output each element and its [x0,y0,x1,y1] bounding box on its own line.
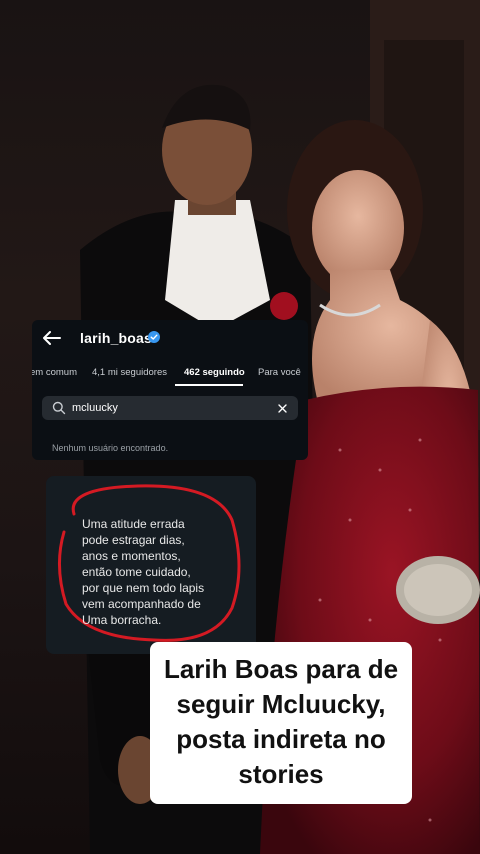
story-line: Uma borracha. [82,613,162,627]
profile-username: larih_boas [80,330,153,346]
close-icon [277,403,287,413]
back-button[interactable] [40,326,64,350]
headline-line: seguir Mcluucky, [176,689,386,719]
headline-text: Larih Boas para de seguir Mcluucky, post… [150,652,412,792]
instagram-following-screen: larih_boas em comum 4,1 mi seguidores 46… [32,320,308,460]
back-arrow-icon [43,331,61,345]
headline-line: stories [238,759,324,789]
profile-header: larih_boas [32,320,308,354]
active-tab-indicator [175,384,243,386]
story-line: por que nem todo lapis [82,581,205,595]
headline-line: Larih Boas para de [163,654,399,684]
tab-seguidores[interactable]: 4,1 mi seguidores [92,367,167,378]
no-results-message: Nenhum usuário encontrado. [52,443,169,453]
story-line: pode estragar dias, [82,533,185,547]
video-frame: larih_boas em comum 4,1 mi seguidores 46… [0,0,480,854]
story-line: Uma atitude errada [82,517,185,531]
story-line: anos e momentos, [82,549,181,563]
story-screenshot: Uma atitude errada pode estragar dias, a… [46,476,256,654]
clear-search-button[interactable] [274,400,290,416]
story-message: Uma atitude errada pode estragar dias, a… [82,516,242,628]
tab-seguindo[interactable]: 462 seguindo [184,367,245,378]
story-line: vem acompanhado de [82,597,201,611]
verified-badge-icon [148,331,160,343]
tab-para-voce[interactable]: Para você [258,367,301,378]
search-input[interactable] [72,399,272,417]
story-line: então tome cuidado, [82,565,191,579]
follow-tabs: em comum 4,1 mi seguidores 462 seguindo … [32,362,308,386]
headline-caption: Larih Boas para de seguir Mcluucky, post… [150,642,412,804]
headline-line: posta indireta no [176,724,386,754]
search-icon [52,401,66,415]
search-bar[interactable] [42,396,298,420]
tab-em-comum[interactable]: em comum [32,367,77,378]
